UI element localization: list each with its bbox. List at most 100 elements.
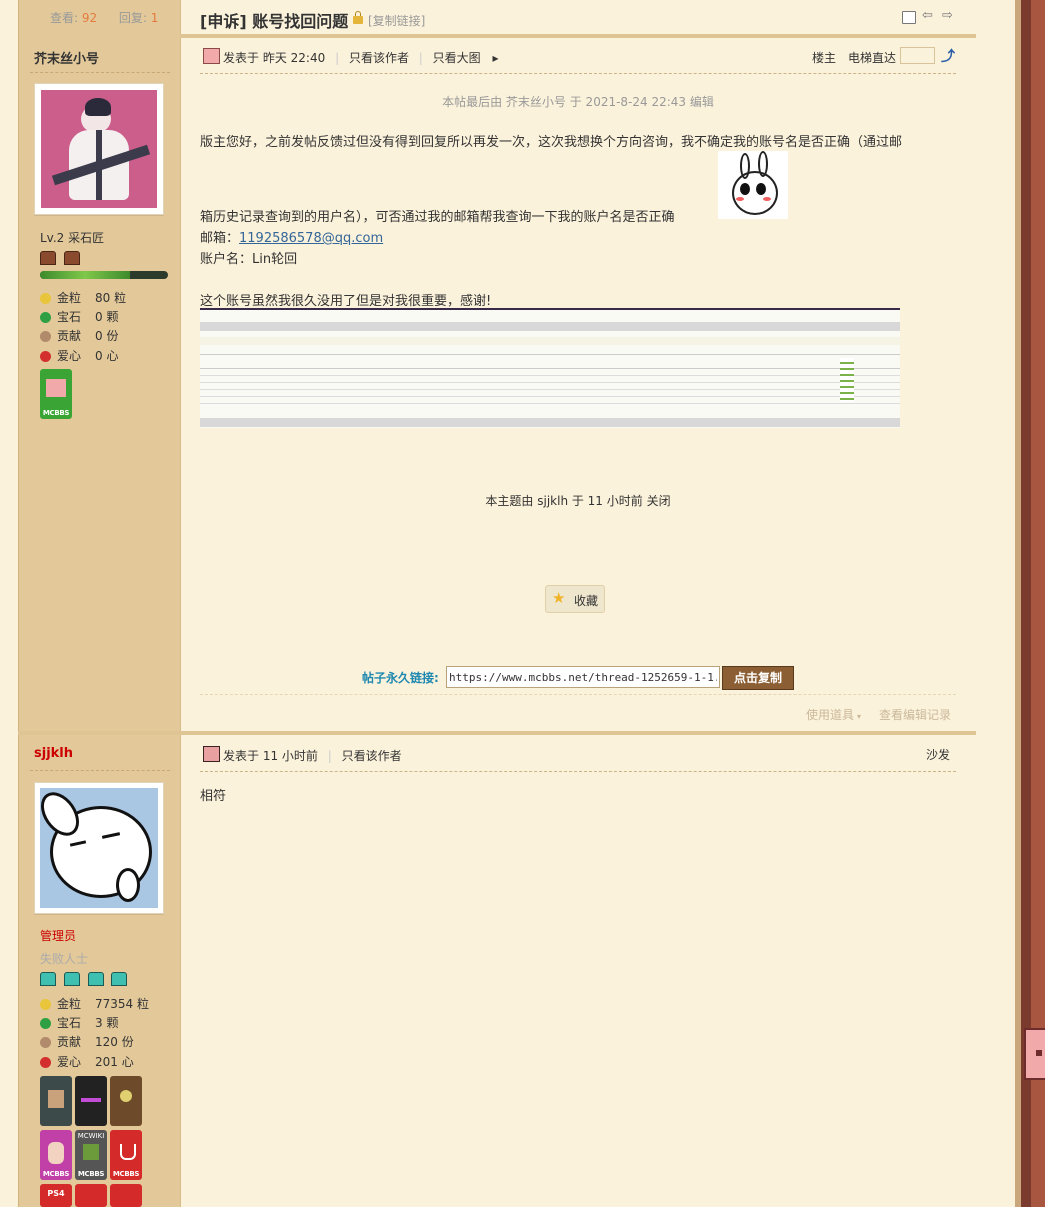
post1-stat-contrib: 贡献 0 份 [40,327,118,344]
post1-stat-love: 爱心 0 心 [40,347,118,364]
print-icon[interactable] [902,11,916,24]
only-big-image-link[interactable]: 只看大图 [433,51,481,65]
replies-label: 回复: [118,11,147,25]
post2-stat-love: 爱心 201 心 [40,1053,134,1070]
permalink-label: 帖子永久链接: [362,671,439,685]
post2-author-name[interactable]: sjjklh [34,746,73,761]
caret-right-icon[interactable]: ▸ [493,51,499,65]
ender-eye-medal[interactable] [110,1076,142,1126]
post1-stat-gold: 金粒 80 粒 [40,289,126,306]
only-author-link[interactable]: 只看该作者 [349,51,409,65]
attached-screenshot[interactable] [200,308,900,428]
post1-rank-icons [40,251,80,268]
star-icon: ★ [552,589,566,607]
gold-nugget-icon [40,293,51,304]
helmet-icon [40,251,56,265]
page-border-dark [1021,0,1031,1207]
permalink-input[interactable] [446,666,720,688]
post1-exp-fill [40,271,130,279]
thread-stats: 查看: 92 回复: 1 [50,9,158,26]
post2-avatar[interactable] [34,782,164,914]
post1-author-name[interactable]: 芥末丝小号 [34,48,99,67]
ps4-medal[interactable]: PS4 [40,1184,72,1207]
emerald-icon [40,312,51,323]
diamond-helmet-icon [63,972,80,986]
enderman-medal[interactable] [75,1076,107,1126]
java-medal[interactable]: MCBBS [110,1130,142,1180]
villager-medal[interactable] [40,1076,72,1126]
dark-pig-face-icon [203,746,220,762]
post2-user-divider [30,770,170,771]
rabbit-emoticon [718,151,788,219]
character-medal[interactable]: MCBBS [40,1130,72,1180]
post1-email-row: 邮箱：1192586578@qq.com [200,227,383,246]
gold-nugget-icon [40,999,51,1010]
post1-user-level[interactable]: Lv.2 采石匠 [40,229,104,246]
post1-footer-divider [200,694,956,695]
post1-avatar[interactable] [34,83,164,215]
elevator-label: 电梯直达 [848,51,897,65]
emerald-icon [40,1018,51,1029]
post-divider [18,731,976,735]
post1-body-line1: 版主您好，之前发帖反馈过但没有得到回复所以再发一次，这次我想换个方向咨询，我不确… [200,135,903,150]
column-edge [18,0,19,1207]
diamond-helmet-icon [111,972,128,986]
replies-count: 1 [150,11,159,25]
post2-rank-icons [40,972,128,989]
red-medal[interactable] [75,1184,107,1207]
use-tools-link[interactable]: 使用道具 ▾ [806,706,861,723]
email-label: 邮箱： [200,231,240,246]
diamond-helmet-icon [87,972,104,986]
posted-prefix: 发表于 [223,749,260,763]
post1-edit-note: 本帖最后由 芥末丝小号 于 2021-8-24 22:43 编辑 [442,95,714,109]
view-edit-log-link[interactable]: 查看编辑记录 [879,706,951,723]
account-value: Lin轮回 [252,252,298,267]
post1-body-line2: 箱历史记录查询到的用户名），可否通过我的邮箱帮我查询一下我的账户名是否正确 [200,210,675,225]
next-thread-icon[interactable]: ⇨ [942,8,953,23]
only-author-link[interactable]: 只看该作者 [342,749,402,763]
post2-user-title: 失败人士 [40,952,89,966]
copy-permalink-button[interactable]: 点击复制 [722,666,794,690]
favorite-label: 收藏 [574,594,599,608]
switch-medal[interactable] [110,1184,142,1207]
post2-stat-gold: 金粒 77354 粒 [40,995,149,1012]
views-label: 查看: [50,11,79,25]
elevator-input[interactable] [900,47,935,64]
elevator-go-icon[interactable]: ⤴ [941,46,955,66]
copy-link[interactable]: [复制链接] [368,12,425,29]
post1-user-divider [30,72,170,73]
post2-stat-contrib: 贡献 120 份 [40,1033,134,1050]
right-margin [977,0,1015,1207]
post2-meta: 发表于 11 小时前 | 只看该作者 [223,749,402,763]
favorite-button[interactable]: ★ 收藏 [545,585,605,613]
page-border-wood [1031,0,1045,1207]
mcwiki-medal[interactable]: MCWIKI MCBBS [75,1130,107,1180]
thread-category[interactable]: [申诉] [200,12,247,31]
thread-title-text: 账号找回问题 [252,12,349,31]
dropdown-caret-icon: ▾ [857,712,862,721]
helmet-icon [63,251,80,265]
floor-label[interactable]: 楼主 [812,49,836,66]
prev-thread-icon[interactable]: ⇦ [922,8,933,23]
email-link[interactable]: 1192586578@qq.com [239,231,383,246]
post2-user-role[interactable]: 管理员 [40,927,76,944]
posted-time: 11 小时前 [262,749,318,763]
pig-mascot-icon[interactable] [1024,1028,1045,1080]
post1-body-line3: 这个账号虽然我很久没用了但是对我很重要，感谢! [200,294,492,309]
posted-time: 昨天 22:40 [262,51,326,65]
views-count: 92 [81,11,98,25]
post1-closed-note: 本主题由 sjjklh 于 11 小时前 关闭 [485,494,671,508]
avatar-art [41,90,157,208]
post2-stat-gem: 宝石 3 颗 [40,1014,118,1031]
contribution-icon [40,331,51,342]
diamond-helmet-icon [40,972,56,986]
apple-heart-icon [40,351,51,362]
floor-label[interactable]: 沙发 [926,746,950,763]
post1-exp-bar [40,271,168,279]
header-divider [180,34,976,38]
post2-body: 相符 [200,789,227,804]
contribution-icon [40,1037,51,1048]
pig-face-icon [203,48,220,64]
mcbbs-pig-medal[interactable]: MCBBS [40,369,72,419]
post1-account-row: 账户名：Lin轮回 [200,248,297,267]
